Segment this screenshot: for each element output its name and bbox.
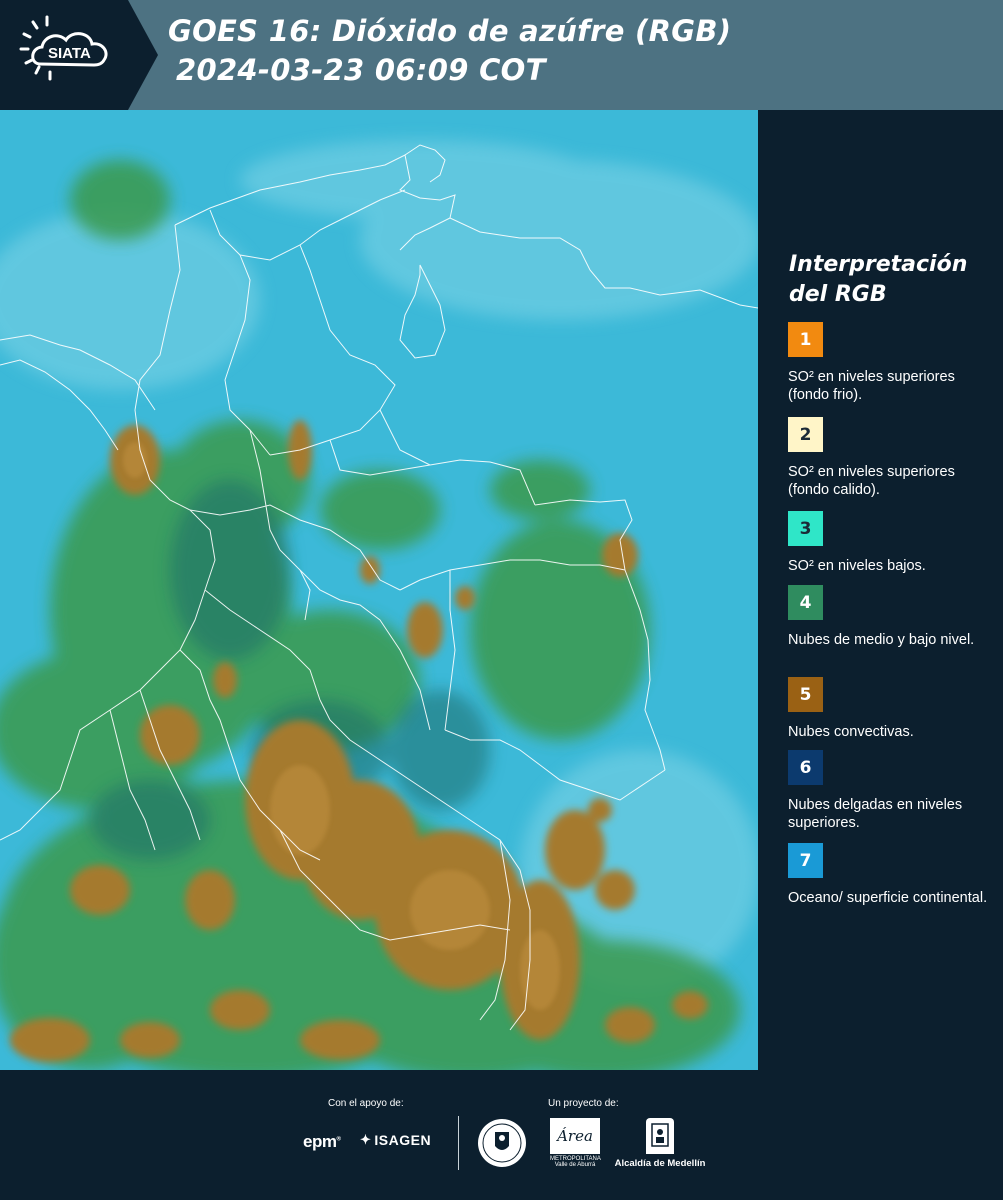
legend-swatch-1: 1 <box>788 322 823 357</box>
support-label: Con el apoyo de: <box>328 1098 404 1109</box>
legend-swatch-5: 5 <box>788 677 823 712</box>
medellin-seal-logo <box>478 1119 526 1167</box>
legend-number-6: 6 <box>799 757 812 778</box>
legend-item-3: 3 SO² en niveles bajos. <box>788 511 988 575</box>
area-metropolitana-logo: Área METROPOLITANA Valle de Aburrá <box>550 1118 601 1170</box>
header-bar: SIATA GOES 16: Dióxido de azúfre (RGB) 2… <box>0 0 1003 110</box>
legend-item-6: 6 Nubes delgadas en niveles superiores. <box>788 750 988 832</box>
legend-item-7: 7 Oceano/ superficie continental. <box>788 843 988 907</box>
legend-swatch-3: 3 <box>788 511 823 546</box>
siata-logo-text: SIATA <box>48 45 91 62</box>
epm-logo-text: epm <box>303 1132 337 1151</box>
legend-panel: Interpretación del RGB 1 SO² en niveles … <box>758 110 1003 1070</box>
coat-of-arms-icon <box>646 1118 674 1154</box>
legend-label-7: Oceano/ superficie continental. <box>788 890 988 906</box>
isagen-icon: ✦ <box>360 1132 372 1147</box>
legend-swatch-4: 4 <box>788 585 823 620</box>
legend-number-1: 1 <box>799 329 812 350</box>
legend-label-4: Nubes de medio y bajo nivel. <box>788 632 975 648</box>
isagen-logo-text: ISAGEN <box>374 1132 432 1148</box>
legend-number-2: 2 <box>799 424 812 445</box>
legend-item-5: 5 Nubes convectivas. <box>788 677 988 741</box>
legend-label-6: Nubes delgadas en niveles superiores. <box>788 797 963 831</box>
legend-swatch-7: 7 <box>788 843 823 878</box>
epm-logo: epm® <box>303 1132 341 1151</box>
legend-label-2: SO² en niveles superiores (fondo calido)… <box>788 464 955 498</box>
footer: Con el apoyo de: Un proyecto de: epm® ✦ … <box>0 1070 1003 1200</box>
legend-swatch-2: 2 <box>788 417 823 452</box>
footer-divider <box>458 1116 459 1170</box>
legend-number-3: 3 <box>799 518 812 539</box>
legend-item-2: 2 SO² en niveles superiores (fondo calid… <box>788 417 988 499</box>
area-logo-subtitle: METROPOLITANA Valle de Aburrá <box>550 1156 601 1168</box>
legend-number-4: 4 <box>799 592 812 613</box>
legend-item-4: 4 Nubes de medio y bajo nivel. <box>788 585 988 649</box>
legend-number-7: 7 <box>799 850 812 871</box>
legend-label-1: SO² en niveles superiores (fondo frio). <box>788 369 955 403</box>
alcaldia-text: Alcaldía de Medellín <box>614 1158 706 1169</box>
alcaldia-medellin-logo: Alcaldía de Medellín <box>610 1118 710 1173</box>
legend-swatch-6: 6 <box>788 750 823 785</box>
legend-item-1: 1 SO² en niveles superiores (fondo frio)… <box>788 322 988 404</box>
isagen-logo: ✦ ISAGEN <box>360 1132 431 1148</box>
project-label: Un proyecto de: <box>548 1098 619 1109</box>
satellite-map <box>0 110 758 1070</box>
legend-label-5: Nubes convectivas. <box>788 724 914 740</box>
page-title: GOES 16: Dióxido de azúfre (RGB) <box>168 14 732 48</box>
legend-label-3: SO² en niveles bajos. <box>788 558 926 574</box>
timestamp: 2024-03-23 06:09 COT <box>176 53 546 87</box>
area-logo-mark: Área <box>550 1118 600 1154</box>
legend-title: Interpretación del RGB <box>789 252 968 307</box>
legend-number-5: 5 <box>799 684 812 705</box>
